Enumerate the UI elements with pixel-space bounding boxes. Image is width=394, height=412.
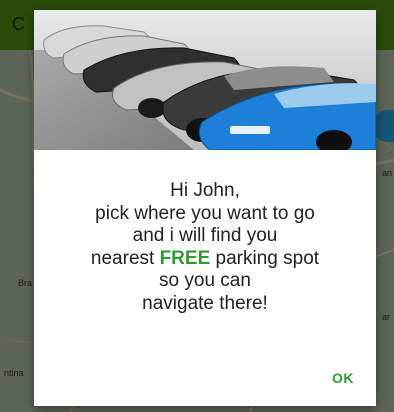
message-line-1: pick where you want to go — [95, 202, 315, 224]
message-line-3-start: nearest — [90, 247, 160, 269]
message-line-4: so you can — [159, 270, 251, 291]
welcome-dialog: Hi John, pick where you want to go and i… — [34, 10, 376, 406]
message-line-3: nearest FREE parking spot — [44, 248, 366, 271]
parked-cars-image — [34, 10, 376, 150]
message-line-2: and i will find you — [132, 225, 278, 246]
ok-button[interactable]: OK — [332, 370, 354, 386]
free-highlight: FREE — [159, 247, 211, 269]
message-line-3-end: parking spot — [210, 247, 320, 269]
welcome-message: Hi John, pick where you want to go and i… — [44, 180, 366, 315]
message-line-5: navigate there! — [142, 292, 268, 314]
greeting-line: Hi John, — [170, 180, 240, 201]
parking-lot-photo — [34, 10, 376, 150]
